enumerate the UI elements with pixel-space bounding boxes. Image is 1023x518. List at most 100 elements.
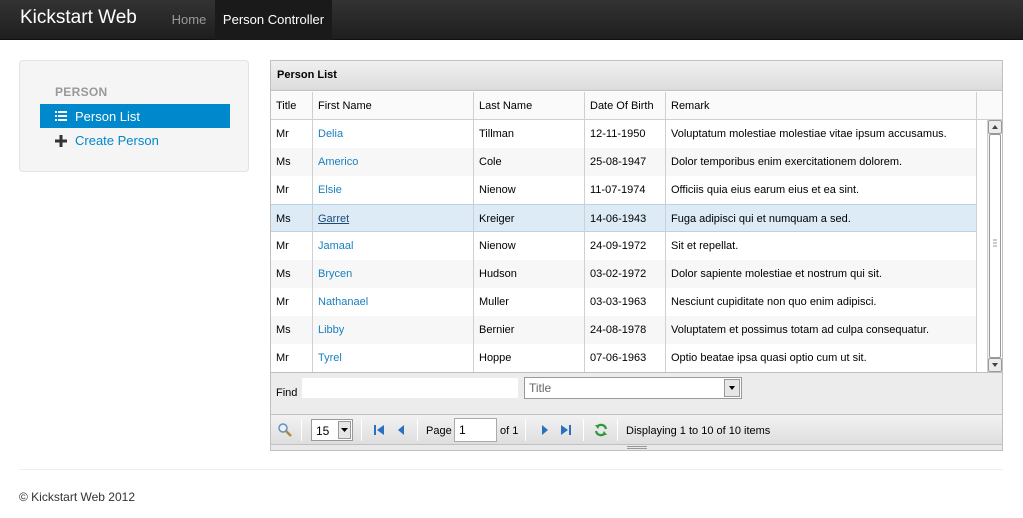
nav-person-controller[interactable]: Person Controller	[215, 0, 332, 40]
cell-date-of-birth: 11-07-1974	[585, 176, 666, 204]
cell-last-name: Muller	[474, 288, 585, 316]
table-row[interactable]: Mr Tyrel Hoppe 07-06-1963 Optio beatae ipsa …	[271, 344, 977, 372]
scroll-up-arrow[interactable]	[988, 120, 1002, 134]
grip-lines	[627, 446, 647, 449]
cell-text: Tillman	[479, 128, 515, 140]
pager: 15 Page of 1 Displaying	[271, 414, 1002, 444]
footer-divider	[19, 469, 1003, 470]
cell-text: Ms	[276, 268, 291, 280]
person-link[interactable]: Elsie	[318, 184, 342, 196]
sidebar-item-person-list[interactable]: Person List	[40, 104, 230, 128]
pager-separator	[361, 419, 362, 441]
cell-text: 14-06-1943	[590, 213, 647, 225]
person-link[interactable]: Delia	[318, 128, 343, 140]
header-corner	[977, 92, 1002, 120]
sidebar: PERSON Person List Create Person	[19, 60, 249, 172]
column-header-remark[interactable]: Remark	[666, 92, 977, 120]
cell-last-name: Tillman	[474, 120, 585, 148]
person-link[interactable]: Nathanael	[318, 296, 368, 308]
cell-text: Mr	[276, 128, 289, 140]
cell-title: Ms	[271, 148, 313, 176]
grid-title-bar: Person List	[271, 61, 1002, 91]
find-bar: Find Title	[271, 372, 1002, 414]
dropdown-arrow-icon[interactable]	[724, 379, 740, 397]
cell-text: 03-03-1963	[590, 296, 647, 308]
cell-remark: Voluptatum molestiae molestiae vitae ips…	[666, 120, 977, 148]
find-input[interactable]	[301, 377, 519, 399]
person-link[interactable]: Brycen	[318, 268, 352, 280]
cell-text: Fuga adipisci qui et numquam a sed.	[671, 213, 851, 225]
cell-text: Optio beatae ipsa quasi optio cum ut sit…	[671, 352, 867, 364]
table-row[interactable]: Ms Brycen Hudson 03-02-1972 Dolor sapiente m…	[271, 260, 977, 288]
person-link[interactable]: Americo	[318, 156, 358, 168]
cell-text: Officiis quia eius earum eius et ea sint…	[671, 184, 860, 196]
pager-separator	[301, 419, 302, 441]
cell-text: Voluptatem et possimus totam ad culpa co…	[671, 324, 930, 336]
page-number-input[interactable]	[454, 418, 497, 442]
cell-title: Mr	[271, 288, 313, 316]
cell-text: Ms	[276, 324, 291, 336]
column-header-last-name[interactable]: Last Name	[474, 92, 585, 120]
find-label: Find	[276, 387, 298, 399]
grid-body: Mr Delia Tillman 12-11-1950 Voluptatum moles…	[271, 120, 977, 372]
cell-text: 11-07-1974	[590, 184, 646, 196]
cell-date-of-birth: 24-08-1978	[585, 316, 666, 344]
person-link[interactable]: Tyrel	[318, 352, 342, 364]
sidebar-item-create-person[interactable]: Create Person	[40, 130, 230, 152]
cell-text: Dolor sapiente molestiae et nostrum qui …	[671, 268, 882, 280]
table-row[interactable]: Ms Garret Kreiger 14-06-1943 Fuga adipisci q…	[271, 204, 977, 233]
cell-date-of-birth: 03-02-1972	[585, 260, 666, 288]
nav-home[interactable]: Home	[163, 0, 215, 40]
cell-remark: Officiis quia eius earum eius et ea sint…	[666, 176, 977, 204]
search-icon[interactable]	[277, 422, 293, 438]
cell-text: 12-11-1950	[590, 128, 646, 140]
table-row[interactable]: Mr Delia Tillman 12-11-1950 Voluptatum moles…	[271, 120, 977, 148]
sidebar-header: PERSON	[55, 85, 108, 99]
table-row[interactable]: Ms Libby Bernier 24-08-1978 Voluptatem et po…	[271, 316, 977, 344]
vertical-scrollbar[interactable]	[987, 120, 1002, 372]
plus-icon	[55, 135, 67, 147]
cell-text: Muller	[479, 296, 509, 308]
cell-text: Mr	[276, 352, 289, 364]
dropdown-arrow-icon[interactable]	[338, 421, 351, 439]
cell-text: 24-09-1972	[590, 240, 647, 252]
next-page-icon[interactable]	[537, 422, 553, 438]
cell-date-of-birth: 12-11-1950	[585, 120, 666, 148]
table-row[interactable]: Mr Nathanael Muller 03-03-1963 Nesciunt cupi…	[271, 288, 977, 316]
cell-date-of-birth: 03-03-1963	[585, 288, 666, 316]
cell-title: Mr	[271, 344, 313, 372]
table-row[interactable]: Mr Elsie Nienow 11-07-1974 Officiis quia eiu…	[271, 176, 977, 204]
refresh-icon[interactable]	[593, 422, 609, 438]
find-field-value: Title	[529, 381, 552, 395]
scroll-down-arrow[interactable]	[988, 358, 1002, 372]
person-link[interactable]: Garret	[318, 213, 349, 225]
previous-page-icon[interactable]	[393, 422, 409, 438]
find-field-select[interactable]: Title	[524, 377, 742, 399]
resize-grip[interactable]	[271, 444, 1002, 450]
brand[interactable]: Kickstart Web	[20, 7, 137, 29]
cell-first-name: Libby	[313, 316, 474, 344]
sidebar-item-label: Create Person	[75, 133, 159, 148]
cell-title: Ms	[271, 260, 313, 288]
last-page-icon[interactable]	[558, 422, 574, 438]
table-row[interactable]: Ms Americo Cole 25-08-1947 Dolor temporibus …	[271, 148, 977, 176]
cell-first-name: Nathanael	[313, 288, 474, 316]
cell-text: Mr	[276, 184, 289, 196]
cell-date-of-birth: 24-09-1972	[585, 232, 666, 260]
table-row[interactable]: Mr Jamaal Nienow 24-09-1972 Sit et repellat.	[271, 232, 977, 260]
first-page-icon[interactable]	[371, 422, 387, 438]
person-link[interactable]: Libby	[318, 324, 344, 336]
person-grid: Person List Title First Name Last Name D…	[270, 60, 1003, 451]
cell-remark: Sit et repellat.	[666, 232, 977, 260]
column-header-first-name[interactable]: First Name	[313, 92, 474, 120]
sidebar-item-label: Person List	[75, 109, 141, 124]
page-size-select[interactable]: 15	[311, 419, 353, 441]
column-header-title[interactable]: Title	[271, 92, 313, 120]
person-link[interactable]: Jamaal	[318, 240, 353, 252]
cell-remark: Dolor temporibus enim exercitationem dol…	[666, 148, 977, 176]
pager-separator	[417, 419, 418, 441]
navbar: Kickstart Web Home Person Controller	[0, 0, 1023, 40]
cell-text: Ms	[276, 156, 291, 168]
column-header-date-of-birth[interactable]: Date Of Birth	[585, 92, 666, 120]
scroll-thumb[interactable]	[989, 134, 1001, 358]
